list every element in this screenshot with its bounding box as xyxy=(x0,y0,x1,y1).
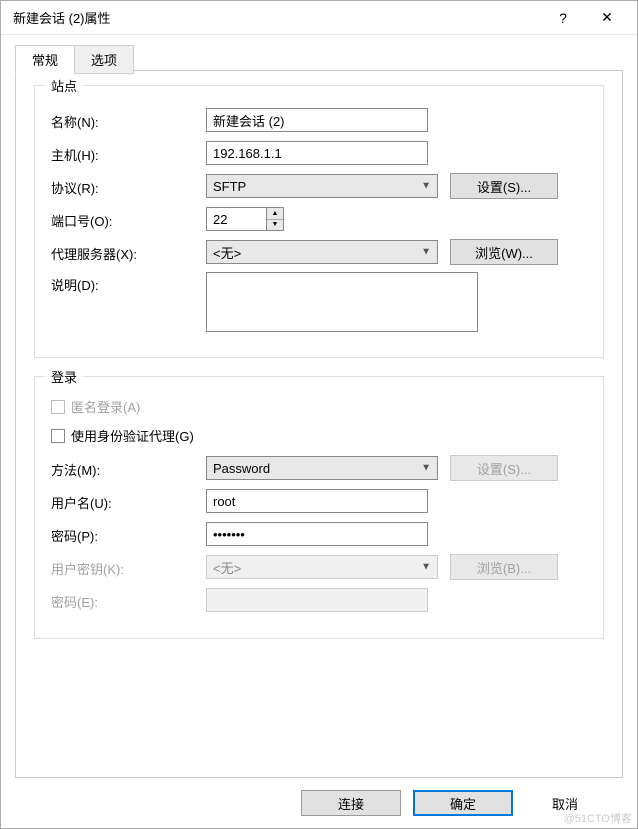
fieldset-login: 登录 匿名登录(A) 使用身份验证代理(G) 方法(M): Password ▼ xyxy=(34,376,604,639)
legend-site: 站点 xyxy=(45,76,83,95)
watermark: @51CTO博客 xyxy=(564,810,632,826)
label-description: 说明(D): xyxy=(51,272,206,294)
select-method[interactable]: Password ▼ xyxy=(206,456,438,480)
label-password2: 密码(E): xyxy=(51,589,206,611)
select-protocol-value: SFTP xyxy=(213,179,246,194)
tab-pane-general: 站点 名称(N): 主机(H): 协议(R): xyxy=(15,70,623,778)
dialog-footer: 连接 确定 取消 xyxy=(15,778,623,828)
label-protocol: 协议(R): xyxy=(51,175,206,197)
dialog-window: 新建会话 (2)属性 ? ✕ 常规选项 站点 名称(N): 主机(H): xyxy=(0,0,638,829)
select-proxy[interactable]: <无> ▼ xyxy=(206,240,438,264)
label-port: 端口号(O): xyxy=(51,208,206,230)
label-proxy: 代理服务器(X): xyxy=(51,241,206,263)
select-protocol[interactable]: SFTP ▼ xyxy=(206,174,438,198)
textarea-description[interactable] xyxy=(206,272,478,332)
port-spin-up[interactable]: ▲ xyxy=(267,208,283,220)
select-method-value: Password xyxy=(213,461,270,476)
legend-login: 登录 xyxy=(45,367,83,386)
titlebar: 新建会话 (2)属性 ? ✕ xyxy=(1,1,637,35)
label-password: 密码(P): xyxy=(51,523,206,545)
dialog-body: 常规选项 站点 名称(N): 主机(H): 协议( xyxy=(1,35,637,828)
close-button[interactable]: ✕ xyxy=(585,3,629,33)
label-host: 主机(H): xyxy=(51,142,206,164)
button-ok[interactable]: 确定 xyxy=(413,790,513,816)
input-name[interactable] xyxy=(206,108,428,132)
button-proxy-browse[interactable]: 浏览(W)... xyxy=(450,239,558,265)
label-method: 方法(M): xyxy=(51,457,206,479)
label-userkey: 用户密钥(K): xyxy=(51,556,206,578)
label-username: 用户名(U): xyxy=(51,490,206,512)
input-username[interactable] xyxy=(206,489,428,513)
title-controls: ? ✕ xyxy=(541,3,629,33)
spinner-port[interactable]: ▲ ▼ xyxy=(206,207,284,231)
label-anon: 匿名登录(A) xyxy=(71,397,140,416)
select-userkey: <无> ▼ xyxy=(206,555,438,579)
chevron-down-icon: ▼ xyxy=(421,463,431,474)
button-connect[interactable]: 连接 xyxy=(301,790,401,816)
tab-general[interactable]: 常规 xyxy=(15,45,75,74)
chevron-down-icon: ▼ xyxy=(421,562,431,573)
select-proxy-value: <无> xyxy=(213,243,241,262)
port-spin-down[interactable]: ▼ xyxy=(267,220,283,231)
input-port[interactable] xyxy=(206,207,266,231)
window-title: 新建会话 (2)属性 xyxy=(13,8,541,27)
checkbox-auth-agent[interactable] xyxy=(51,429,65,443)
label-name: 名称(N): xyxy=(51,109,206,131)
input-password[interactable] xyxy=(206,522,428,546)
input-host[interactable] xyxy=(206,141,428,165)
select-userkey-value: <无> xyxy=(213,558,241,577)
label-auth-agent: 使用身份验证代理(G) xyxy=(71,426,194,445)
chevron-down-icon: ▼ xyxy=(421,247,431,258)
button-userkey-browse: 浏览(B)... xyxy=(450,554,558,580)
button-method-settings: 设置(S)... xyxy=(450,455,558,481)
tab-options[interactable]: 选项 xyxy=(75,45,134,74)
help-button[interactable]: ? xyxy=(541,3,585,33)
input-password2 xyxy=(206,588,428,612)
tab-strip: 常规选项 xyxy=(15,45,623,71)
fieldset-site: 站点 名称(N): 主机(H): 协议(R): xyxy=(34,85,604,358)
chevron-down-icon: ▼ xyxy=(421,181,431,192)
checkbox-anon xyxy=(51,400,65,414)
button-protocol-settings[interactable]: 设置(S)... xyxy=(450,173,558,199)
